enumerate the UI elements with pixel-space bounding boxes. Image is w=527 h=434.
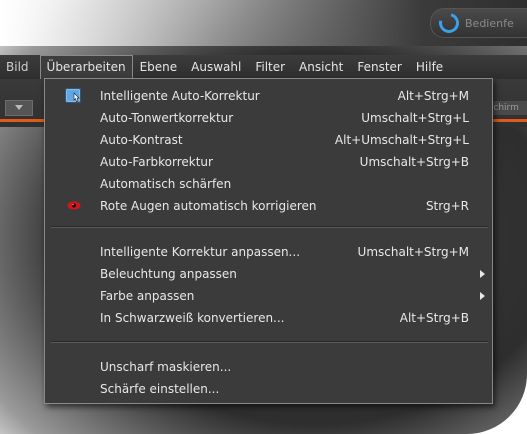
menu-item-label: Auto-Kontrast bbox=[100, 133, 183, 147]
menu-item-unsharp-mask[interactable]: Unscharf maskieren... bbox=[45, 356, 492, 378]
title-bar: Bedienfe bbox=[0, 0, 527, 46]
menu-item-auto-levels[interactable]: Auto-Tonwertkorrektur Umschalt+Strg+L bbox=[45, 107, 492, 129]
menu-auswahl[interactable]: Auswahl bbox=[184, 55, 248, 79]
menu-item-auto-contrast[interactable]: Auto-Kontrast Alt+Umschalt+Strg+L bbox=[45, 129, 492, 151]
menu-hilfe[interactable]: Hilfe bbox=[409, 55, 450, 79]
menu-item-label: Unscharf maskieren... bbox=[100, 360, 232, 374]
menu-item-shortcut: Umschalt+Strg+M bbox=[357, 245, 469, 259]
help-search-field[interactable]: Bedienfe bbox=[430, 8, 527, 38]
menu-item-shortcut: Alt+Strg+M bbox=[397, 89, 469, 103]
menu-item-adjust-sharpness[interactable]: Schärfe einstellen... bbox=[45, 378, 492, 400]
menu-item-shortcut: Umschalt+Strg+L bbox=[361, 111, 469, 125]
enhance-menu-dropdown: Intelligente Auto-Korrektur Alt+Strg+M A… bbox=[44, 78, 493, 404]
menu-ansicht[interactable]: Ansicht bbox=[292, 55, 350, 79]
menu-item-label: Intelligente Korrektur anpassen... bbox=[100, 245, 301, 259]
menu-item-shortcut: Umschalt+Strg+B bbox=[359, 155, 469, 169]
menu-item-smart-fix[interactable]: Intelligente Auto-Korrektur Alt+Strg+M bbox=[45, 85, 492, 107]
red-eye-icon bbox=[67, 201, 81, 210]
menu-item-adjust-color[interactable]: Farbe anpassen bbox=[45, 285, 492, 307]
menu-item-label: In Schwarzweiß konvertieren... bbox=[100, 311, 285, 325]
menu-item-adjust-smart-fix[interactable]: Intelligente Korrektur anpassen... Umsch… bbox=[45, 241, 492, 263]
help-search-icon bbox=[435, 9, 463, 37]
menu-item-shortcut: Strg+R bbox=[425, 199, 469, 213]
tool-dropdown[interactable] bbox=[5, 100, 33, 116]
smart-fix-icon bbox=[65, 88, 81, 103]
menu-item-label: Schärfe einstellen... bbox=[100, 382, 220, 396]
menu-item-label: Intelligente Auto-Korrektur bbox=[100, 89, 260, 103]
menu-item-auto-color[interactable]: Auto-Farbkorrektur Umschalt+Strg+B bbox=[45, 151, 492, 173]
app-window: Bedienfe Bild Überarbeiten Ebene Auswahl… bbox=[0, 0, 527, 434]
menu-item-label: Rote Augen automatisch korrigieren bbox=[100, 199, 317, 213]
menu-separator bbox=[51, 226, 488, 228]
menu-item-shortcut: Alt+Umschalt+Strg+L bbox=[334, 133, 469, 147]
accent-bar-right bbox=[493, 119, 527, 122]
menu-item-shortcut: Alt+Strg+B bbox=[399, 311, 469, 325]
help-search-label: Bedienfe bbox=[465, 16, 514, 30]
menu-item-label: Auto-Farbkorrektur bbox=[100, 155, 213, 169]
menu-item-label: Farbe anpassen bbox=[100, 289, 195, 303]
submenu-arrow-icon bbox=[480, 270, 485, 278]
menu-separator bbox=[51, 341, 488, 343]
menu-bar: Bild Überarbeiten Ebene Auswahl Filter A… bbox=[0, 55, 527, 79]
accent-bar-left bbox=[0, 119, 44, 122]
submenu-arrow-icon bbox=[480, 292, 485, 300]
menu-bild[interactable]: Bild bbox=[0, 55, 36, 79]
menu-ebene[interactable]: Ebene bbox=[133, 55, 185, 79]
menu-filter[interactable]: Filter bbox=[248, 55, 292, 79]
menu-item-label: Auto-Tonwertkorrektur bbox=[100, 111, 234, 125]
menu-item-auto-sharpen[interactable]: Automatisch schärfen bbox=[45, 173, 492, 195]
menu-ueberarbeiten[interactable]: Überarbeiten bbox=[39, 55, 133, 79]
menu-item-convert-bw[interactable]: In Schwarzweiß konvertieren... Alt+Strg+… bbox=[45, 307, 492, 329]
menu-item-label: Automatisch schärfen bbox=[100, 177, 232, 191]
menu-item-label: Beleuchtung anpassen bbox=[100, 267, 237, 281]
menu-item-adjust-lighting[interactable]: Beleuchtung anpassen bbox=[45, 263, 492, 285]
menu-fenster[interactable]: Fenster bbox=[350, 55, 409, 79]
menu-item-red-eye[interactable]: Rote Augen automatisch korrigieren Strg+… bbox=[45, 195, 492, 217]
